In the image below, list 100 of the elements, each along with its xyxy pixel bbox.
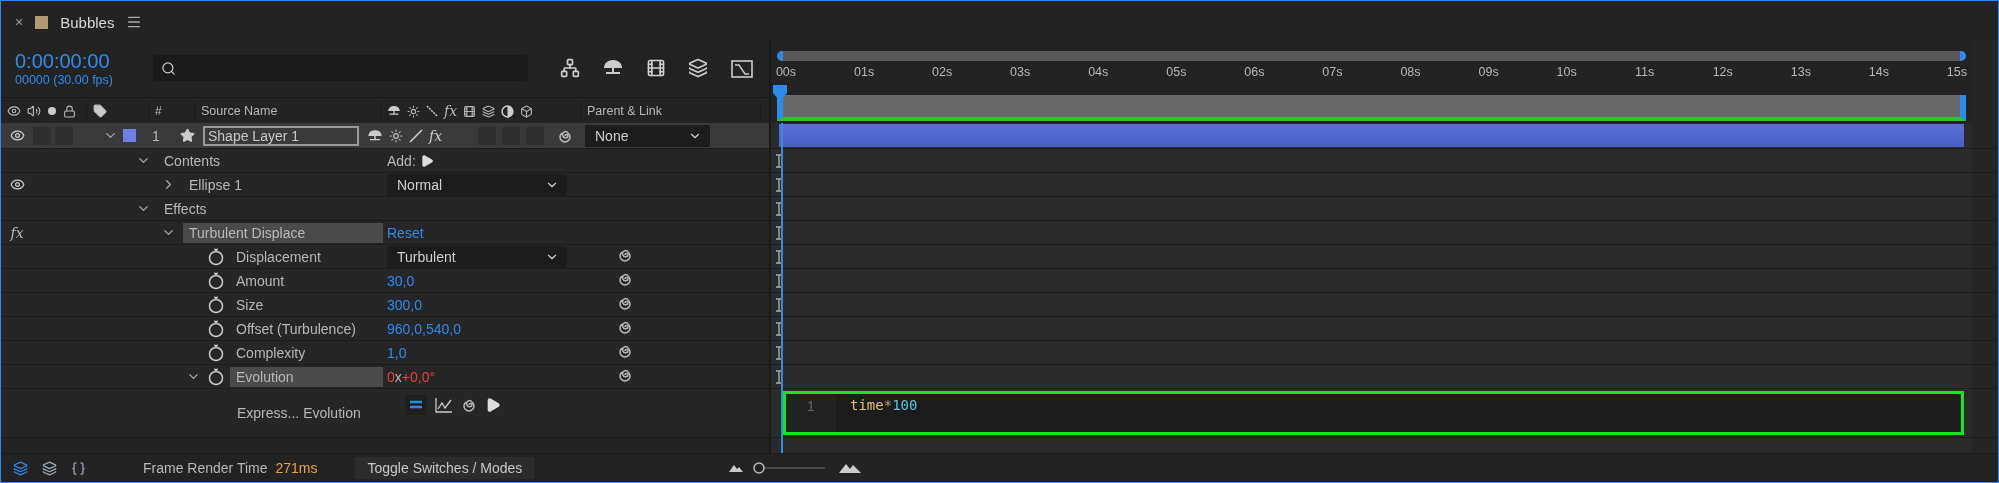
enable-expression-icon[interactable] (405, 395, 427, 415)
keyframe-marker-icon (775, 249, 783, 264)
hierarchy-icon[interactable] (560, 58, 580, 78)
parent-dropdown[interactable]: None (585, 124, 710, 147)
pick-whip-icon[interactable] (617, 319, 633, 335)
ruler-label: 13s (1789, 65, 1812, 81)
revolutions-unit: x (394, 368, 402, 385)
property-name[interactable]: Turbulent Displace (183, 222, 383, 243)
pick-whip-icon[interactable] (617, 367, 633, 383)
code-line: time*100 (849, 396, 918, 415)
pick-whip-icon[interactable] (617, 295, 633, 311)
keyframe-marker-icon (775, 177, 783, 192)
stopwatch-icon[interactable] (208, 247, 224, 266)
expression-label[interactable]: Express... Evolution (231, 403, 367, 423)
layer-row[interactable]: 1 Shape Layer 1 fx None (1, 123, 1998, 149)
property-dropdown[interactable]: Turbulent (387, 245, 567, 268)
pick-whip-icon[interactable] (461, 397, 477, 413)
property-name[interactable]: Offset (Turbulence) (230, 318, 362, 339)
property-value[interactable]: 1,0 (387, 344, 407, 361)
property-value[interactable]: 300,0 (387, 296, 423, 313)
braces-icon[interactable] (71, 460, 86, 476)
speaker-icon[interactable] (27, 104, 41, 118)
graph-icon[interactable] (435, 397, 453, 413)
film-icon[interactable] (646, 58, 666, 78)
menu-icon[interactable] (126, 14, 143, 30)
cube-icon (520, 104, 534, 118)
property-name[interactable]: Ellipse 1 (183, 174, 248, 195)
group-name[interactable]: Effects (158, 198, 213, 219)
reset-link[interactable]: Reset (387, 224, 424, 241)
toggle-switches-button[interactable]: Toggle Switches / Modes (355, 457, 535, 479)
playhead-icon[interactable] (773, 85, 787, 101)
composition-color-icon (35, 15, 49, 29)
revolutions-value[interactable]: 0 (387, 368, 395, 385)
column-header: # (155, 104, 162, 118)
property-name[interactable]: Displacement (230, 246, 327, 267)
effect-switch[interactable]: fx (429, 127, 443, 144)
ruler-label: 00s (774, 65, 798, 81)
add-label: Add: (387, 152, 416, 169)
tab-title[interactable]: Bubbles (60, 13, 115, 31)
ruler-label: 12s (1711, 65, 1734, 81)
stopwatch-icon[interactable] (208, 343, 224, 362)
zoom-in-icon[interactable] (839, 463, 862, 473)
stopwatch-icon[interactable] (208, 367, 224, 386)
ruler-label: 15s (1945, 65, 1968, 81)
layers-icon[interactable] (13, 460, 28, 476)
ruler-label: 14s (1867, 65, 1890, 81)
search-field[interactable] (153, 55, 528, 81)
keyframe-marker-icon (775, 321, 783, 336)
stopwatch-icon[interactable] (208, 319, 224, 338)
layer-name-field[interactable]: Shape Layer 1 (203, 125, 359, 146)
keyframe-marker-icon (775, 273, 783, 288)
status-label: Frame Render Time (143, 460, 268, 476)
ruler-label: 11s (1634, 65, 1656, 81)
pick-whip-icon[interactable] (617, 271, 633, 287)
layer-number: 1 (152, 127, 161, 144)
layers-icon[interactable] (42, 460, 57, 476)
eye-icon[interactable] (9, 177, 25, 192)
column-header[interactable]: Source Name (201, 104, 278, 118)
stopwatch-icon[interactable] (208, 295, 224, 314)
blend-mode-dropdown[interactable]: Normal (387, 173, 567, 196)
eye-icon[interactable] (7, 104, 21, 118)
current-time[interactable]: 0:00:00:00 (15, 49, 135, 73)
pick-whip-icon[interactable] (617, 343, 633, 359)
keyframe-marker-icon (775, 201, 783, 216)
close-tab-button[interactable]: × (15, 14, 24, 30)
stopwatch-icon[interactable] (208, 271, 224, 290)
star-icon (180, 128, 195, 143)
property-name[interactable]: Amount (230, 270, 291, 291)
ruler-label: 02s (931, 65, 954, 81)
half-circle-icon (501, 104, 515, 118)
keyframe-marker-icon (775, 297, 783, 312)
expression-editor[interactable]: 1 time*100 (783, 391, 1964, 435)
line-number: 1 (807, 398, 815, 416)
property-value[interactable]: 30,0 (387, 272, 415, 289)
ruler-label: 08s (1399, 65, 1422, 81)
label-icon[interactable] (93, 104, 107, 118)
eye-icon[interactable] (9, 128, 25, 143)
effect-badge[interactable]: fx (10, 224, 24, 241)
property-name[interactable]: Complexity (230, 342, 312, 363)
property-name[interactable]: Size (230, 294, 270, 315)
lock-icon[interactable] (63, 104, 76, 118)
ruler-label: 05s (1165, 65, 1188, 81)
keyframe-marker-icon (775, 369, 783, 384)
degrees-value[interactable]: +0,0° (401, 368, 436, 385)
ruler-label: 01s (853, 65, 876, 81)
zoom-out-icon[interactable] (729, 464, 744, 472)
property-value[interactable]: 960,0,540,0 (387, 320, 461, 337)
graph-editor-icon[interactable] (730, 57, 754, 79)
ruler-label: 09s (1477, 65, 1500, 81)
group-name[interactable]: Contents (158, 150, 227, 171)
ruler-label: 04s (1087, 65, 1110, 81)
ruler-label: 07s (1321, 65, 1344, 81)
ruler-label: 06s (1243, 65, 1266, 81)
column-header[interactable]: Parent & Link (587, 104, 663, 118)
render-time: 271ms (275, 460, 319, 476)
pick-whip-icon[interactable] (617, 247, 633, 263)
property-name[interactable]: Evolution (230, 366, 383, 387)
sun-icon[interactable] (389, 128, 403, 143)
slider-thumb[interactable] (753, 462, 766, 474)
time-ruler[interactable]: 00s 01s 02s 03s 04s 05s 06s 07s 08s 09s 10s 11s 12s 13s 14s 15s (771, 65, 1972, 95)
